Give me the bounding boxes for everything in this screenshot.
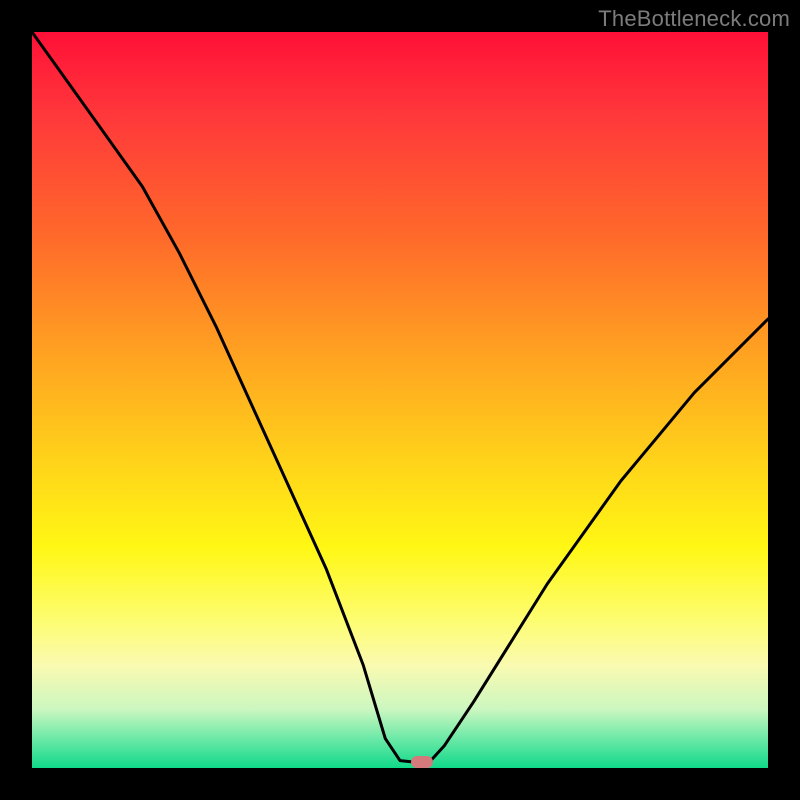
plot-area [32,32,768,768]
curve-svg [32,32,768,768]
optimal-marker [411,756,433,768]
watermark-text: TheBottleneck.com [598,6,790,32]
bottleneck-curve [32,32,768,762]
chart-frame: TheBottleneck.com [0,0,800,800]
